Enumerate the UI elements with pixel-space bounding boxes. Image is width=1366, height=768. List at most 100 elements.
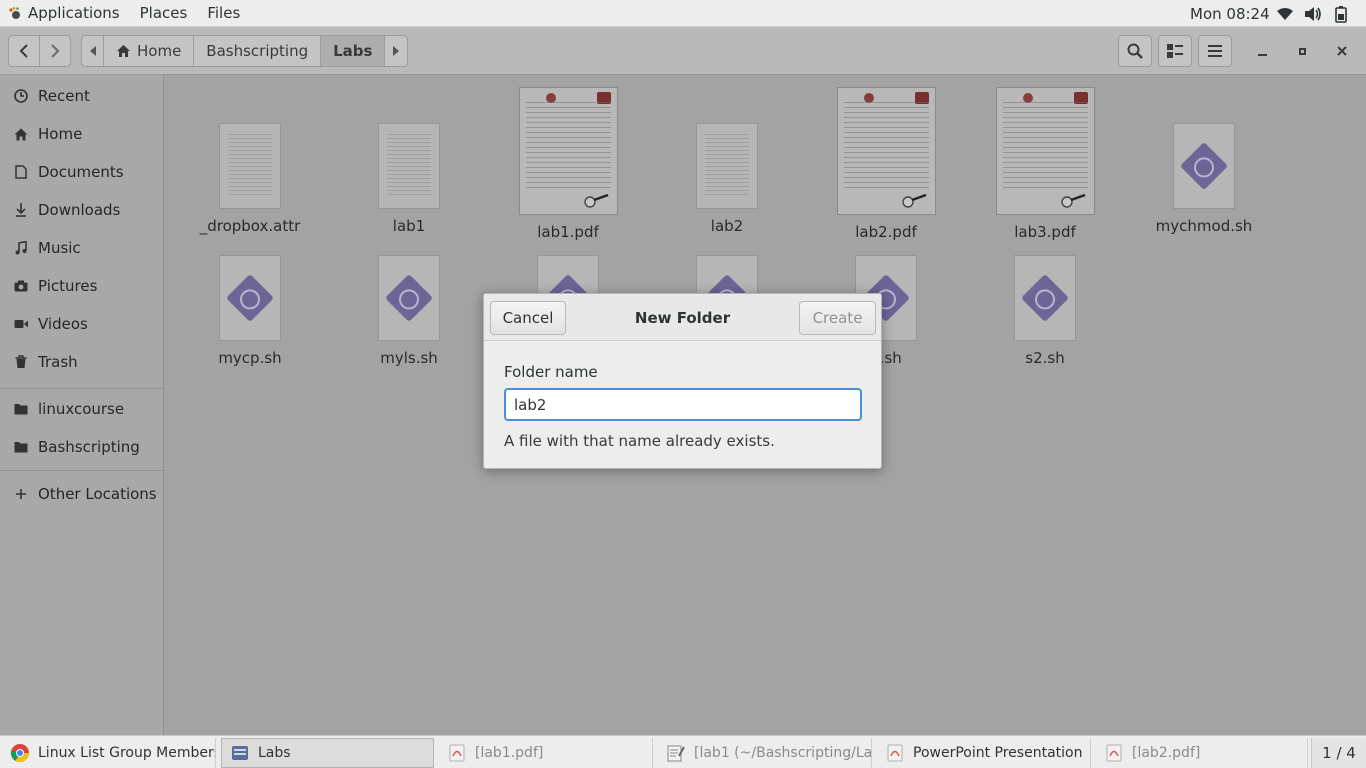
sidebar-item-documents[interactable]: Documents <box>0 153 163 191</box>
video-icon <box>14 317 28 331</box>
volume-icon[interactable] <box>1304 5 1322 23</box>
sidebar-item-home[interactable]: Home <box>0 115 163 153</box>
path-labs[interactable]: Labs <box>321 36 386 66</box>
camera-icon <box>14 279 28 293</box>
folder-icon <box>14 402 28 416</box>
battery-icon[interactable] <box>1332 5 1350 23</box>
places-menu[interactable]: Places <box>130 0 198 26</box>
maximize-icon <box>1298 47 1306 55</box>
pdf-viewer-icon <box>1104 743 1124 763</box>
view-toggle-button[interactable] <box>1158 35 1192 67</box>
text-file-icon <box>219 123 281 209</box>
sidebar-item-linuxcourse[interactable]: linuxcourse <box>0 390 163 428</box>
task-chrome[interactable]: Linux List Group Members i... <box>2 738 216 768</box>
file-item[interactable]: lab3.pdf <box>985 87 1105 241</box>
path-home-label: Home <box>137 42 182 60</box>
sidebar-item-recent[interactable]: Recent <box>0 77 163 115</box>
text-file-icon <box>378 123 440 209</box>
sidebar-item-label: Other Locations <box>38 485 157 503</box>
task-powerpoint[interactable]: PowerPoint Presentation <box>877 738 1091 768</box>
file-item[interactable]: myls.sh <box>349 255 469 367</box>
sidebar-separator <box>0 388 163 389</box>
plus-icon <box>14 487 28 501</box>
hamburger-icon <box>1208 45 1222 57</box>
home-icon <box>14 127 28 141</box>
file-item[interactable]: lab2.pdf <box>826 87 946 241</box>
folder-name-input[interactable] <box>504 388 862 421</box>
close-icon <box>1337 46 1347 56</box>
menu-button[interactable] <box>1198 35 1232 67</box>
close-button[interactable] <box>1332 42 1352 60</box>
file-name: myls.sh <box>380 349 438 367</box>
create-button[interactable]: Create <box>799 301 876 335</box>
sidebar: Recent Home Documents Downloads Music Pi… <box>0 75 164 735</box>
path-bashscripting[interactable]: Bashscripting <box>194 36 322 66</box>
path-bar: Home Bashscripting Labs <box>81 35 409 67</box>
text-editor-icon <box>666 743 686 763</box>
task-lab1-editor[interactable]: [lab1 (~/Bashscripting/Labs) ... <box>658 738 872 768</box>
clock[interactable]: Mon 08:24 <box>1190 0 1270 27</box>
script-file-icon <box>378 255 440 341</box>
wifi-icon[interactable] <box>1276 5 1294 23</box>
task-lab2-pdf[interactable]: [lab2.pdf] <box>1096 738 1308 768</box>
files-menu[interactable]: Files <box>197 0 250 26</box>
path-scroll-left-button[interactable] <box>82 36 104 66</box>
task-label: Linux List Group Members i... <box>38 745 216 761</box>
gnome-foot-icon <box>9 7 20 19</box>
sidebar-separator <box>0 470 163 471</box>
search-button[interactable] <box>1118 35 1152 67</box>
sidebar-item-label: Downloads <box>38 201 121 219</box>
script-file-icon <box>219 255 281 341</box>
sidebar-item-music[interactable]: Music <box>0 229 163 267</box>
home-icon <box>117 45 130 57</box>
sidebar-item-videos[interactable]: Videos <box>0 305 163 343</box>
file-name: s2.sh <box>1025 349 1065 367</box>
back-button[interactable] <box>8 35 40 67</box>
task-labs[interactable]: Labs <box>221 738 434 768</box>
sidebar-item-label: Home <box>38 125 83 143</box>
task-lab1-pdf[interactable]: [lab1.pdf] <box>439 738 653 768</box>
task-label: Labs <box>258 745 291 761</box>
pdf-thumbnail-icon <box>995 87 1095 215</box>
minimize-icon <box>1257 54 1267 56</box>
system-tray[interactable] <box>1276 0 1350 27</box>
file-name: lab1 <box>392 217 426 235</box>
sidebar-item-label: linuxcourse <box>38 400 125 418</box>
maximize-button[interactable] <box>1292 43 1312 59</box>
path-home[interactable]: Home <box>104 36 195 66</box>
error-message: A file with that name already exists. <box>504 432 775 450</box>
task-label: [lab1.pdf] <box>475 745 544 761</box>
path-scroll-right-button[interactable] <box>385 36 407 66</box>
new-folder-dialog: New Folder Cancel Create Folder name A f… <box>483 293 882 469</box>
file-name: lab2.pdf <box>855 223 917 241</box>
pdf-thumbnail-icon <box>836 87 936 215</box>
forward-button[interactable] <box>39 35 71 67</box>
sidebar-item-label: Videos <box>38 315 88 333</box>
file-item[interactable]: mychmod.sh <box>1144 123 1264 235</box>
minimize-button[interactable] <box>1252 43 1272 59</box>
file-item[interactable]: _dropbox.attr <box>190 123 310 235</box>
cancel-button[interactable]: Cancel <box>490 301 566 335</box>
applications-menu[interactable]: Applications <box>24 0 130 26</box>
workspace-pager[interactable]: 1 / 4 <box>1311 738 1366 768</box>
file-name: lab3.pdf <box>1014 223 1076 241</box>
taskbar: Linux List Group Members i... Labs [lab1… <box>0 735 1366 768</box>
file-item[interactable]: lab2 <box>667 123 787 235</box>
file-item[interactable]: lab1 <box>349 123 469 235</box>
pdf-viewer-icon <box>447 743 467 763</box>
sidebar-item-label: Music <box>38 239 81 257</box>
sidebar-item-downloads[interactable]: Downloads <box>0 191 163 229</box>
file-item[interactable]: mycp.sh <box>190 255 310 367</box>
folder-name-label: Folder name <box>504 363 598 381</box>
sidebar-item-trash[interactable]: Trash <box>0 343 163 381</box>
task-label: PowerPoint Presentation <box>913 745 1083 761</box>
script-file-icon <box>1173 123 1235 209</box>
script-file-icon <box>1014 255 1076 341</box>
sidebar-item-bashscripting[interactable]: Bashscripting <box>0 428 163 466</box>
file-item[interactable]: lab1.pdf <box>508 87 628 241</box>
sidebar-item-other-locations[interactable]: Other Locations <box>0 475 163 513</box>
sidebar-item-pictures[interactable]: Pictures <box>0 267 163 305</box>
file-item[interactable]: s2.sh <box>985 255 1105 367</box>
file-name: lab1.pdf <box>537 223 599 241</box>
header-bar: Home Bashscripting Labs <box>0 27 1366 75</box>
